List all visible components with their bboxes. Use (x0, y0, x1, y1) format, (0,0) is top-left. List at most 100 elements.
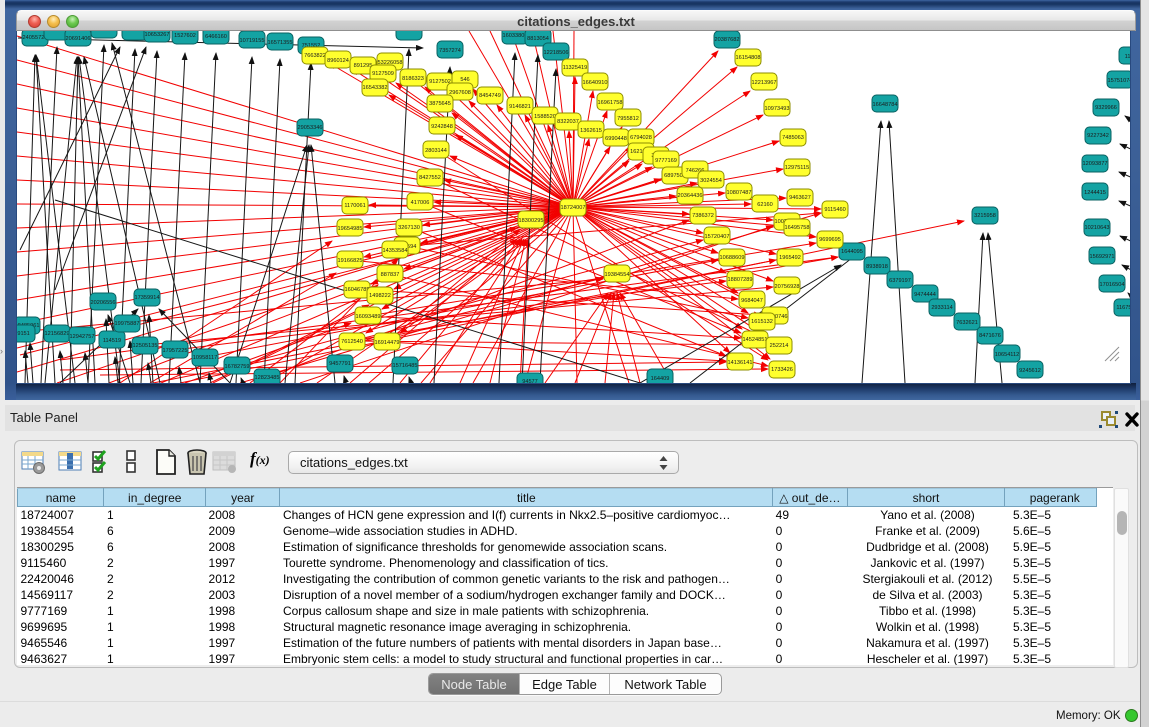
svg-text:1362615: 1362615 (580, 128, 602, 134)
svg-text:1965492: 1965492 (779, 255, 801, 261)
svg-text:20387682: 20387682 (715, 37, 740, 43)
svg-text:9699695: 9699695 (819, 237, 841, 243)
svg-text:19654985: 19654985 (338, 226, 363, 232)
svg-text:8938918: 8938918 (866, 264, 888, 270)
svg-text:10973493: 10973493 (765, 106, 790, 112)
svg-text:16648784: 16648784 (873, 102, 898, 108)
svg-text:6379197: 6379197 (889, 278, 911, 284)
svg-text:8186323: 8186323 (402, 76, 424, 82)
svg-text:7955812: 7955812 (617, 116, 639, 122)
svg-text:9242848: 9242848 (431, 124, 453, 130)
svg-text:18807289: 18807289 (728, 277, 753, 283)
svg-text:15720407: 15720407 (705, 234, 730, 240)
svg-text:12218506: 12218506 (544, 50, 569, 56)
svg-text:17957225: 17957225 (163, 348, 188, 354)
svg-text:6990448: 6990448 (605, 136, 627, 142)
svg-text:20206556: 20206556 (91, 300, 116, 306)
svg-text:15692971: 15692971 (1090, 254, 1115, 260)
svg-text:17016504: 17016504 (1100, 282, 1125, 288)
svg-text:14353584: 14353584 (383, 248, 408, 254)
svg-text:1615132: 1615132 (751, 319, 773, 325)
svg-text:3215958: 3215958 (974, 213, 996, 219)
svg-text:891295: 891295 (354, 63, 373, 69)
svg-text:20364436: 20364436 (678, 193, 703, 199)
svg-text:1644095: 1644095 (841, 249, 863, 255)
svg-text:1167534: 1167534 (1116, 305, 1130, 311)
svg-text:1170061: 1170061 (344, 203, 365, 209)
svg-text:16571355: 16571355 (268, 40, 293, 46)
svg-text:20691406: 20691406 (66, 36, 91, 42)
svg-text:8454749: 8454749 (479, 93, 501, 99)
svg-text:164409: 164409 (651, 376, 670, 382)
svg-text:9684047: 9684047 (741, 298, 763, 304)
svg-text:9127509: 9127509 (372, 71, 394, 77)
svg-text:16093489: 16093489 (356, 314, 381, 320)
svg-text:9227342: 9227342 (1087, 133, 1109, 139)
svg-text:14136141: 14136141 (728, 360, 753, 366)
svg-text:29053346: 29053346 (298, 125, 323, 131)
svg-text:9146821: 9146821 (509, 104, 531, 110)
svg-text:11325419: 11325419 (563, 65, 587, 71)
svg-text:18300295: 18300295 (519, 218, 544, 224)
svg-text:39151: 39151 (17, 331, 30, 337)
svg-text:12942757: 12942757 (70, 334, 95, 340)
svg-text:12156829: 12156829 (45, 331, 70, 337)
svg-text:9777169: 9777169 (655, 158, 677, 164)
svg-text:17359914: 17359914 (135, 295, 160, 301)
svg-text:3024554: 3024554 (700, 178, 722, 184)
svg-text:9457791: 9457791 (329, 361, 351, 367)
svg-text:16033809: 16033809 (503, 33, 528, 39)
svg-text:10210643: 10210643 (1085, 225, 1110, 231)
svg-text:9127502: 9127502 (429, 79, 451, 85)
svg-text:16782759: 16782759 (225, 364, 250, 370)
svg-text:7612540: 7612540 (341, 339, 363, 345)
svg-text:8960124: 8960124 (327, 58, 349, 64)
svg-text:1244415: 1244415 (1084, 190, 1106, 196)
svg-text:2803144: 2803144 (425, 148, 447, 154)
svg-text:10688609: 10688609 (720, 255, 745, 261)
svg-text:1733426: 1733426 (771, 367, 793, 373)
svg-text:6794028: 6794028 (630, 135, 652, 141)
svg-text:10807487: 10807487 (727, 190, 752, 196)
svg-text:3267130: 3267130 (398, 225, 420, 231)
svg-text:11170: 11170 (1125, 54, 1130, 60)
svg-text:7632621: 7632621 (956, 320, 978, 326)
svg-text:15751074: 15751074 (1108, 78, 1130, 84)
svg-text:10958117: 10958117 (193, 355, 217, 361)
svg-text:7357274: 7357274 (439, 48, 461, 54)
svg-text:16961758: 16961758 (598, 100, 623, 106)
svg-text:16640910: 16640910 (583, 80, 608, 86)
svg-text:94577: 94577 (522, 379, 538, 383)
svg-text:887837: 887837 (381, 272, 400, 278)
svg-text:16495758: 16495758 (785, 225, 810, 231)
svg-text:8471676: 8471676 (979, 333, 1001, 339)
svg-text:9463627: 9463627 (789, 195, 811, 201)
svg-text:417006: 417006 (411, 200, 430, 206)
svg-text:12505135: 12505135 (133, 343, 158, 349)
svg-text:1527602: 1527602 (174, 33, 196, 39)
svg-text:14524851: 14524851 (743, 337, 768, 343)
svg-text:2967608: 2967608 (449, 90, 471, 96)
svg-text:8813054: 8813054 (527, 36, 549, 42)
svg-text:7485063: 7485063 (782, 135, 804, 141)
svg-text:1588520: 1588520 (534, 114, 556, 120)
svg-text:16154808: 16154808 (736, 55, 761, 61)
svg-text:8427552: 8427552 (419, 175, 441, 181)
svg-text:16543382: 16543382 (363, 85, 388, 91)
svg-text:18724007: 18724007 (561, 205, 586, 211)
svg-text:2933114: 2933114 (931, 305, 952, 311)
svg-text:19975887: 19975887 (115, 321, 140, 327)
svg-text:10653267: 10653267 (145, 32, 170, 38)
svg-text:10654112: 10654112 (995, 352, 1019, 358)
svg-text:7386372: 7386372 (692, 213, 714, 219)
svg-text:62160: 62160 (757, 202, 773, 208)
svg-text:9115460: 9115460 (824, 207, 845, 213)
svg-text:12213967: 12213967 (752, 80, 777, 86)
svg-text:16914479: 16914479 (375, 340, 400, 346)
svg-text:252214: 252214 (770, 343, 789, 349)
svg-text:10719155: 10719155 (240, 38, 265, 44)
svg-text:15716485: 15716485 (393, 363, 418, 369)
svg-text:546: 546 (460, 77, 469, 83)
svg-text:1498222: 1498222 (369, 293, 391, 299)
svg-text:19384554: 19384554 (605, 272, 630, 278)
